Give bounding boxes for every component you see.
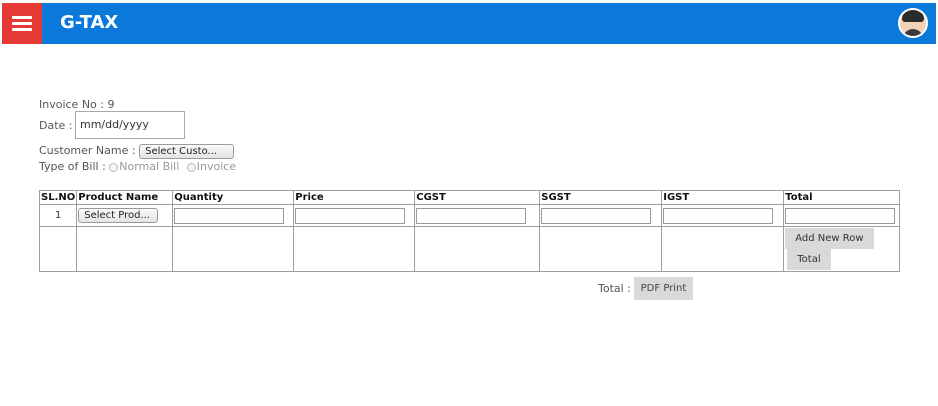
date-row: Date : mm/dd/yyyy [39, 111, 185, 139]
hamburger-icon [12, 13, 32, 34]
normal-bill-label: Normal Bill [119, 160, 180, 173]
customer-select[interactable]: Select Custo... [139, 144, 235, 159]
actions-cell: Add New Row Total [783, 226, 900, 272]
col-header-sgst: SGST [539, 190, 663, 205]
date-label: Date : [39, 119, 73, 132]
hamburger-menu-button[interactable] [2, 3, 42, 44]
sgst-cell [539, 204, 663, 227]
col-header-product: Product Name [76, 190, 174, 205]
table-actions-row: Add New Row Total [38, 226, 900, 272]
invoice-label: Invoice [196, 160, 237, 173]
price-cell [293, 204, 416, 227]
total-cell [783, 204, 900, 227]
col-header-slno: SL.NO [38, 190, 78, 205]
brand-title: G-TAX [60, 12, 119, 33]
col-header-total: Total [783, 190, 900, 205]
col-header-igst: IGST [661, 190, 785, 205]
quantity-input[interactable] [174, 207, 285, 224]
invoice-number-value: 9 [107, 98, 115, 111]
pdf-print-button[interactable]: PDF Print [634, 277, 693, 300]
table-header-row: SL.NO Product Name Quantity Price CGST S… [38, 190, 900, 205]
total-button[interactable]: Total [787, 249, 831, 270]
product-cell: Select Prod... [76, 204, 174, 227]
quantity-cell [172, 204, 295, 227]
normal-bill-radio[interactable] [109, 162, 119, 172]
customer-name-label: Customer Name : [39, 144, 136, 157]
invoice-radio[interactable] [186, 162, 196, 172]
product-select[interactable]: Select Prod... [78, 208, 159, 223]
igst-cell [661, 204, 785, 227]
bill-type-row: Type of Bill : Normal Bill Invoice [39, 160, 236, 173]
col-header-price: Price [293, 190, 416, 205]
top-navbar: G-TAX [2, 3, 936, 44]
price-input[interactable] [295, 207, 406, 224]
bill-type-label: Type of Bill : [39, 160, 106, 173]
user-avatar-icon[interactable] [898, 8, 928, 38]
table-row: 1 Select Prod... [38, 204, 900, 227]
grand-total-label: Total : [598, 282, 631, 295]
col-header-cgst: CGST [414, 190, 541, 205]
sl-no-cell: 1 [38, 204, 78, 227]
cgst-cell [414, 204, 541, 227]
products-table: SL.NO Product Name Quantity Price CGST S… [38, 190, 900, 272]
total-input[interactable] [785, 207, 896, 224]
igst-input[interactable] [663, 207, 774, 224]
add-new-row-button[interactable]: Add New Row [785, 228, 874, 249]
invoice-number-label: Invoice No : [39, 98, 104, 111]
date-field[interactable]: mm/dd/yyyy [75, 111, 185, 139]
col-header-quantity: Quantity [172, 190, 295, 205]
customer-row: Customer Name : Select Custo... [39, 144, 235, 159]
cgst-input[interactable] [416, 207, 527, 224]
sgst-input[interactable] [541, 207, 652, 224]
invoice-number-row: Invoice No : 9 [39, 98, 115, 111]
